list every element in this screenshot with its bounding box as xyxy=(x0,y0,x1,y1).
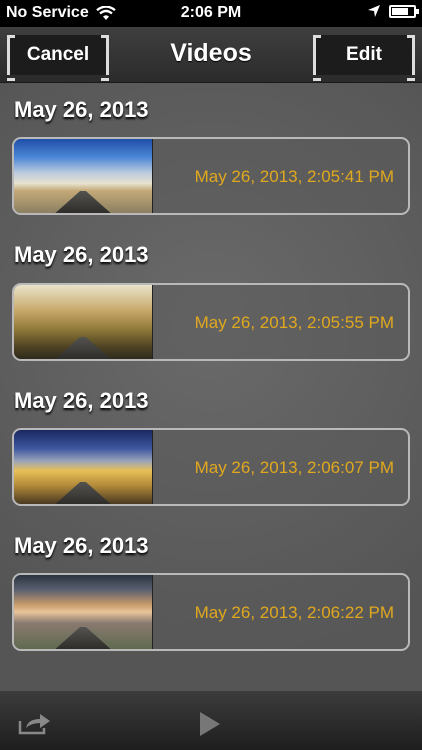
bottom-toolbar xyxy=(0,690,422,750)
edit-button[interactable]: Edit xyxy=(313,35,415,81)
section-header: May 26, 2013 xyxy=(14,242,149,267)
status-bar: No Service 2:06 PM xyxy=(0,0,422,27)
section-header: May 26, 2013 xyxy=(14,97,149,122)
video-timestamp: May 26, 2013, 2:06:22 PM xyxy=(194,603,394,622)
video-row[interactable]: May 26, 2013, 2:06:22 PM xyxy=(12,573,410,651)
video-row[interactable]: May 26, 2013, 2:06:07 PM xyxy=(12,428,410,506)
video-thumbnail xyxy=(14,575,153,649)
share-icon[interactable] xyxy=(18,711,52,735)
location-arrow-icon xyxy=(368,5,380,17)
battery-fill xyxy=(392,7,408,15)
navigation-bar: Cancel Videos Edit xyxy=(0,27,422,83)
video-row[interactable]: May 26, 2013, 2:05:41 PM xyxy=(12,137,410,215)
status-time: 2:06 PM xyxy=(180,4,242,21)
video-list: May 26, 2013 May 26, 2013, 2:05:41 PM Ma… xyxy=(0,83,422,690)
video-timestamp: May 26, 2013, 2:06:07 PM xyxy=(194,458,394,477)
video-thumbnail xyxy=(14,285,153,359)
section-header: May 26, 2013 xyxy=(14,533,149,558)
section-header: May 26, 2013 xyxy=(14,388,149,413)
video-timestamp: May 26, 2013, 2:05:55 PM xyxy=(194,313,394,332)
video-thumbnail xyxy=(14,430,153,504)
video-row[interactable]: May 26, 2013, 2:05:55 PM xyxy=(12,283,410,361)
video-timestamp: May 26, 2013, 2:05:41 PM xyxy=(194,167,394,186)
video-thumbnail xyxy=(14,139,153,213)
battery-icon xyxy=(389,4,419,18)
play-icon[interactable] xyxy=(199,711,221,737)
status-right xyxy=(367,4,419,18)
